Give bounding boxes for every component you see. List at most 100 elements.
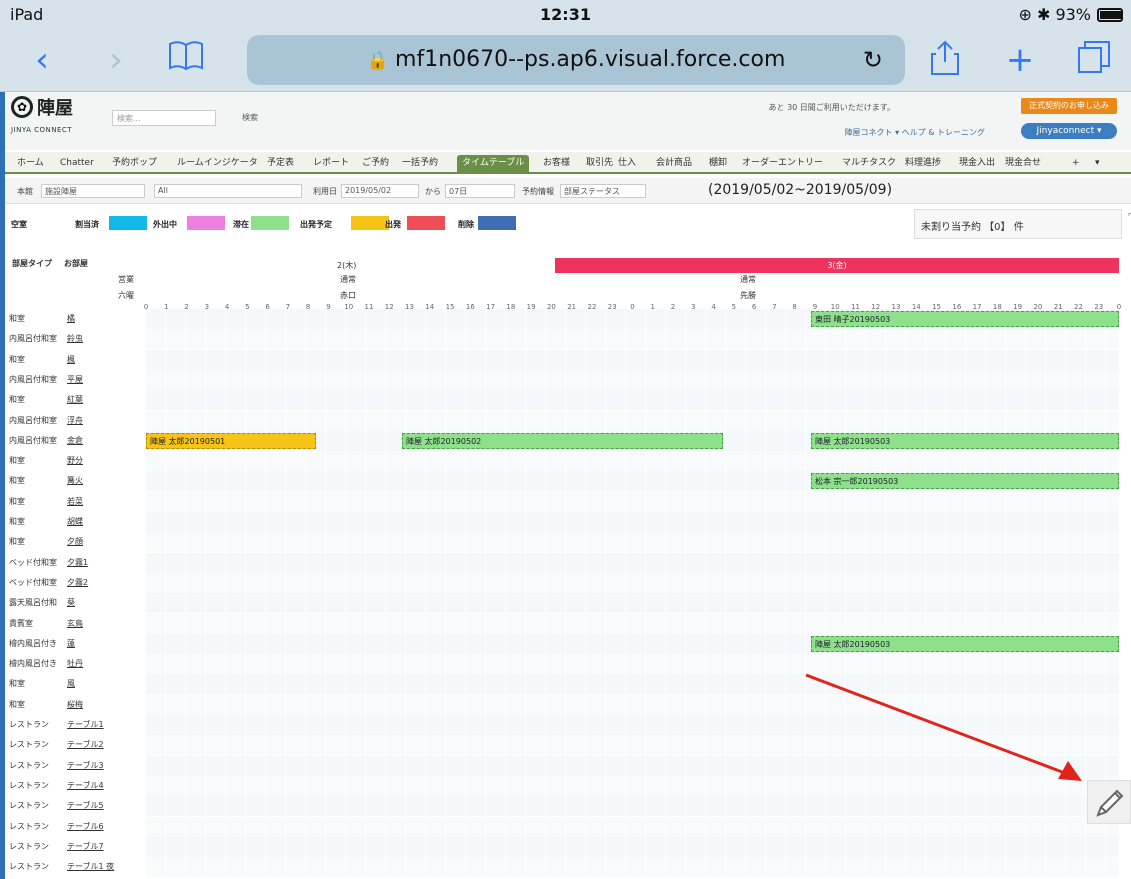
tab-5[interactable]: レポート	[313, 155, 349, 172]
back-icon[interactable]: ‹	[30, 38, 54, 82]
tabs-icon[interactable]	[1074, 38, 1114, 82]
booking-bar[interactable]: 陣屋 太郎20190501	[146, 432, 316, 449]
timetable-row[interactable]	[146, 451, 1119, 472]
help-links[interactable]: 陣屋コネクト ▾ ヘルプ & トレーニング	[845, 127, 985, 138]
room-name-link[interactable]: 葵	[67, 593, 75, 613]
booking-bar[interactable]: 東田 晴子20190503	[811, 311, 1119, 327]
forward-icon[interactable]: ›	[104, 38, 128, 82]
tab-12[interactable]: 会計商品	[656, 155, 692, 172]
share-icon[interactable]	[925, 38, 965, 82]
search-button[interactable]: 検索	[235, 110, 265, 126]
room-type: 和室	[9, 314, 25, 323]
status-select[interactable]: 部屋ステータス	[560, 184, 646, 198]
room-name-link[interactable]: 浮舟	[67, 411, 83, 431]
room-name-link[interactable]: 野分	[67, 451, 83, 471]
timetable-row[interactable]	[146, 410, 1119, 431]
tab-3[interactable]: ルームインジケータ	[177, 155, 258, 172]
room-type: 貴賓室	[9, 618, 33, 628]
room-name-link[interactable]: 夕霧1	[67, 553, 88, 573]
tab-13[interactable]: 棚卸	[709, 155, 727, 172]
room-name-link[interactable]: 蓮	[67, 634, 75, 654]
tab-10[interactable]: 取引先	[586, 155, 613, 172]
room-name-link[interactable]: 牡丹	[67, 654, 83, 674]
tab-6[interactable]: ご予約	[362, 155, 389, 172]
tab-11[interactable]: 仕入	[618, 155, 636, 172]
building-select[interactable]: 施設陣屋	[41, 184, 145, 198]
edit-pencil-button[interactable]	[1087, 780, 1131, 824]
timetable-row[interactable]	[146, 349, 1119, 370]
room-name-link[interactable]: 楓	[67, 350, 75, 370]
timetable-row[interactable]	[146, 512, 1119, 532]
room-name-link[interactable]: 鈴虫	[67, 329, 83, 349]
tab-1[interactable]: Chatter	[60, 155, 94, 172]
room-name-link[interactable]: 夕顔	[67, 532, 83, 552]
tab-15[interactable]: マルチタスク	[842, 155, 896, 172]
room-name-link[interactable]: 玄鳥	[67, 614, 83, 634]
unassigned-panel[interactable]: 未割り当予約 【0】 件 ⌐	[914, 209, 1131, 239]
timetable-row[interactable]	[146, 369, 1119, 390]
new-tab-icon[interactable]: +	[1003, 38, 1037, 82]
timetable-row[interactable]	[146, 390, 1119, 411]
url-bar[interactable]: 🔒 mf1n0670--ps.ap6.visual.force.com ↻	[247, 35, 905, 85]
tab-7[interactable]: 一括予約	[402, 155, 438, 172]
expand-icon[interactable]: ⌐	[1127, 210, 1131, 220]
global-search-input[interactable]: 検索...	[112, 110, 216, 126]
reload-icon[interactable]: ↻	[863, 35, 883, 85]
timetable-row[interactable]	[146, 857, 1119, 878]
tab-14[interactable]: オーダーエントリー	[742, 155, 823, 172]
timetable-row[interactable]	[146, 329, 1119, 350]
legend-swatch-4	[351, 216, 389, 230]
room-name-link[interactable]: 桜梅	[67, 695, 83, 715]
booking-bar[interactable]: 陣屋 太郎20190503	[811, 432, 1119, 449]
booking-bar[interactable]: 松本 宗一郎20190503	[811, 473, 1119, 490]
room-name-link[interactable]: 橘	[67, 309, 75, 329]
tab-19[interactable]: +	[1072, 155, 1080, 172]
room-name-link[interactable]: 金倉	[67, 431, 83, 451]
tab-2[interactable]: 予約ボップ	[112, 155, 157, 172]
timetable-row[interactable]	[146, 796, 1119, 817]
status-bar: iPad 12:31 ⊕ ✱ 93%	[0, 0, 1131, 30]
tab-20[interactable]: ▾	[1095, 155, 1100, 172]
tab-0[interactable]: ホーム	[17, 155, 44, 172]
room-name-link[interactable]: テーブル3	[67, 756, 104, 776]
room-row-label: レストラン テーブル5	[9, 796, 146, 816]
room-name-link[interactable]: 若菜	[67, 492, 83, 512]
booking-bar[interactable]: 陣屋 太郎20190502	[402, 432, 723, 449]
tab-18[interactable]: 現金合せ	[1005, 155, 1041, 172]
room-name-link[interactable]: 夕霧2	[67, 573, 88, 593]
date-input[interactable]: 2019/05/02	[341, 184, 419, 198]
room-name-link[interactable]: 風	[67, 674, 75, 694]
tab-17[interactable]: 現金入出	[959, 155, 995, 172]
room-name-link[interactable]: テーブル1 夜	[67, 857, 114, 877]
timetable-row[interactable]	[146, 836, 1119, 857]
room-name-link[interactable]: 胡蝶	[67, 512, 83, 532]
tab-4[interactable]: 予定表	[267, 155, 294, 172]
tab-8[interactable]: タイムテーブル	[457, 155, 530, 172]
timetable-row[interactable]	[146, 593, 1119, 614]
room-name-link[interactable]: テーブル1	[67, 715, 104, 735]
room-type-select[interactable]: All	[154, 184, 302, 198]
bookmarks-icon[interactable]	[164, 38, 208, 82]
room-name-link[interactable]: 平屋	[67, 370, 83, 390]
timetable-row[interactable]	[146, 532, 1119, 553]
timetable-row[interactable]	[146, 572, 1119, 593]
timetable-row[interactable]	[146, 816, 1119, 837]
timetable-row[interactable]	[146, 613, 1119, 634]
user-menu-button[interactable]: Jinyaconnect ▾	[1021, 123, 1117, 139]
booking-bar[interactable]: 陣屋 太郎20190503	[811, 635, 1119, 652]
room-name-link[interactable]: テーブル4	[67, 776, 104, 796]
timetable-row[interactable]	[146, 491, 1119, 512]
room-name-link[interactable]: 篝火	[67, 471, 83, 491]
days-select[interactable]: 07日	[445, 184, 515, 198]
tab-bar: ホーム Chatter 予約ボップ ルームインジケータ 予定表 レポート ご予約 一括予約 タイ…	[5, 152, 1131, 174]
timetable-row[interactable]	[146, 552, 1119, 573]
room-name-link[interactable]: 紅葉	[67, 390, 83, 410]
room-row-label: レストラン テーブル6	[9, 817, 146, 837]
room-name-link[interactable]: テーブル5	[67, 796, 104, 816]
tab-9[interactable]: お客様	[543, 155, 570, 172]
room-name-link[interactable]: テーブル7	[67, 837, 104, 857]
room-name-link[interactable]: テーブル2	[67, 735, 104, 755]
contract-button[interactable]: 正式契約のお申し込み	[1021, 98, 1117, 114]
room-name-link[interactable]: テーブル6	[67, 817, 104, 837]
tab-16[interactable]: 料理進捗	[905, 155, 941, 172]
